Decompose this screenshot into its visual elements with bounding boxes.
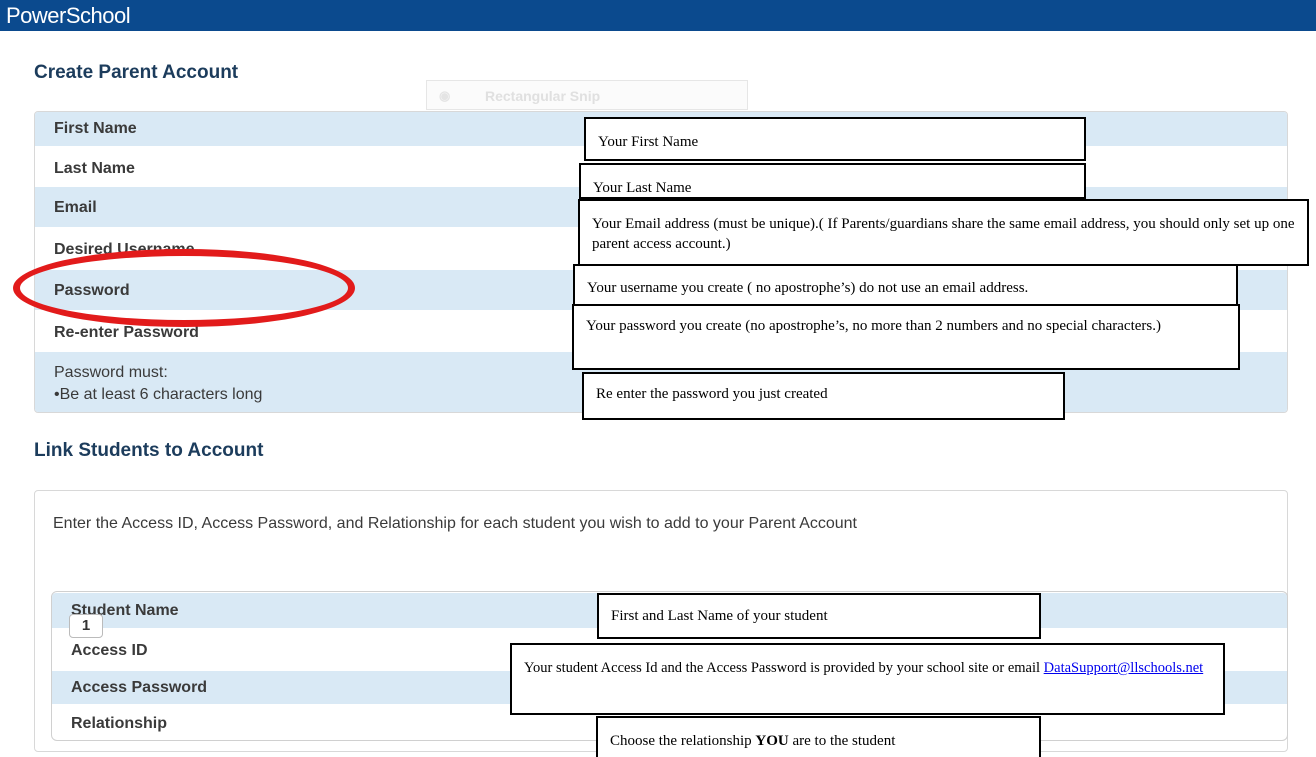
callout-student-name: First and Last Name of your student — [597, 593, 1041, 639]
callout-email: Your Email address (must be unique).( If… — [578, 199, 1309, 266]
callout-first-name: Your First Name — [584, 117, 1086, 161]
access-callout-text: Your student Access Id and the Access Pa… — [524, 660, 1044, 676]
access-password-label: Access Password — [71, 679, 208, 696]
access-id-label: Access ID — [71, 642, 148, 659]
data-support-email-link[interactable]: DataSupport@llschools.net — [1044, 660, 1204, 676]
first-name-label: First Name — [54, 120, 137, 137]
last-name-label: Last Name — [54, 160, 135, 177]
relationship-label: Relationship — [71, 715, 168, 732]
powerschool-logo[interactable]: PowerSchool — [6, 3, 131, 29]
callout-reenter-password: Re enter the password you just created — [582, 372, 1065, 420]
callout-username: Your username you create ( no apostrophe… — [573, 264, 1238, 309]
relationship-callout-pre: Choose the relationship — [610, 733, 756, 749]
link-students-instructions: Enter the Access ID, Access Password, an… — [53, 515, 857, 532]
snipping-tool-overlay: ◉ Rectangular Snip — [426, 80, 748, 110]
password-rule-length: •Be at least 6 characters long — [54, 386, 263, 403]
relationship-callout-emphasis: YOU — [755, 733, 789, 749]
student-number-badge: 1 — [69, 614, 103, 638]
password-highlight-ellipse — [13, 249, 355, 327]
relationship-callout-post: are to the student — [788, 733, 896, 749]
callout-relationship: Choose the relationship YOU are to the s… — [596, 716, 1041, 757]
top-bar: PowerSchool — [0, 0, 1316, 31]
callout-last-name: Your Last Name — [579, 163, 1086, 199]
create-account-title: Create Parent Account — [34, 62, 239, 83]
link-students-title: Link Students to Account — [34, 440, 264, 461]
eye-icon: ◉ — [439, 88, 451, 103]
password-rules-heading: Password must: — [54, 364, 168, 381]
callout-password: Your password you create (no apostrophe’… — [572, 304, 1240, 370]
snip-mode-label: Rectangular Snip — [485, 88, 601, 104]
callout-access-credentials: Your student Access Id and the Access Pa… — [510, 643, 1225, 715]
email-label: Email — [54, 199, 97, 216]
